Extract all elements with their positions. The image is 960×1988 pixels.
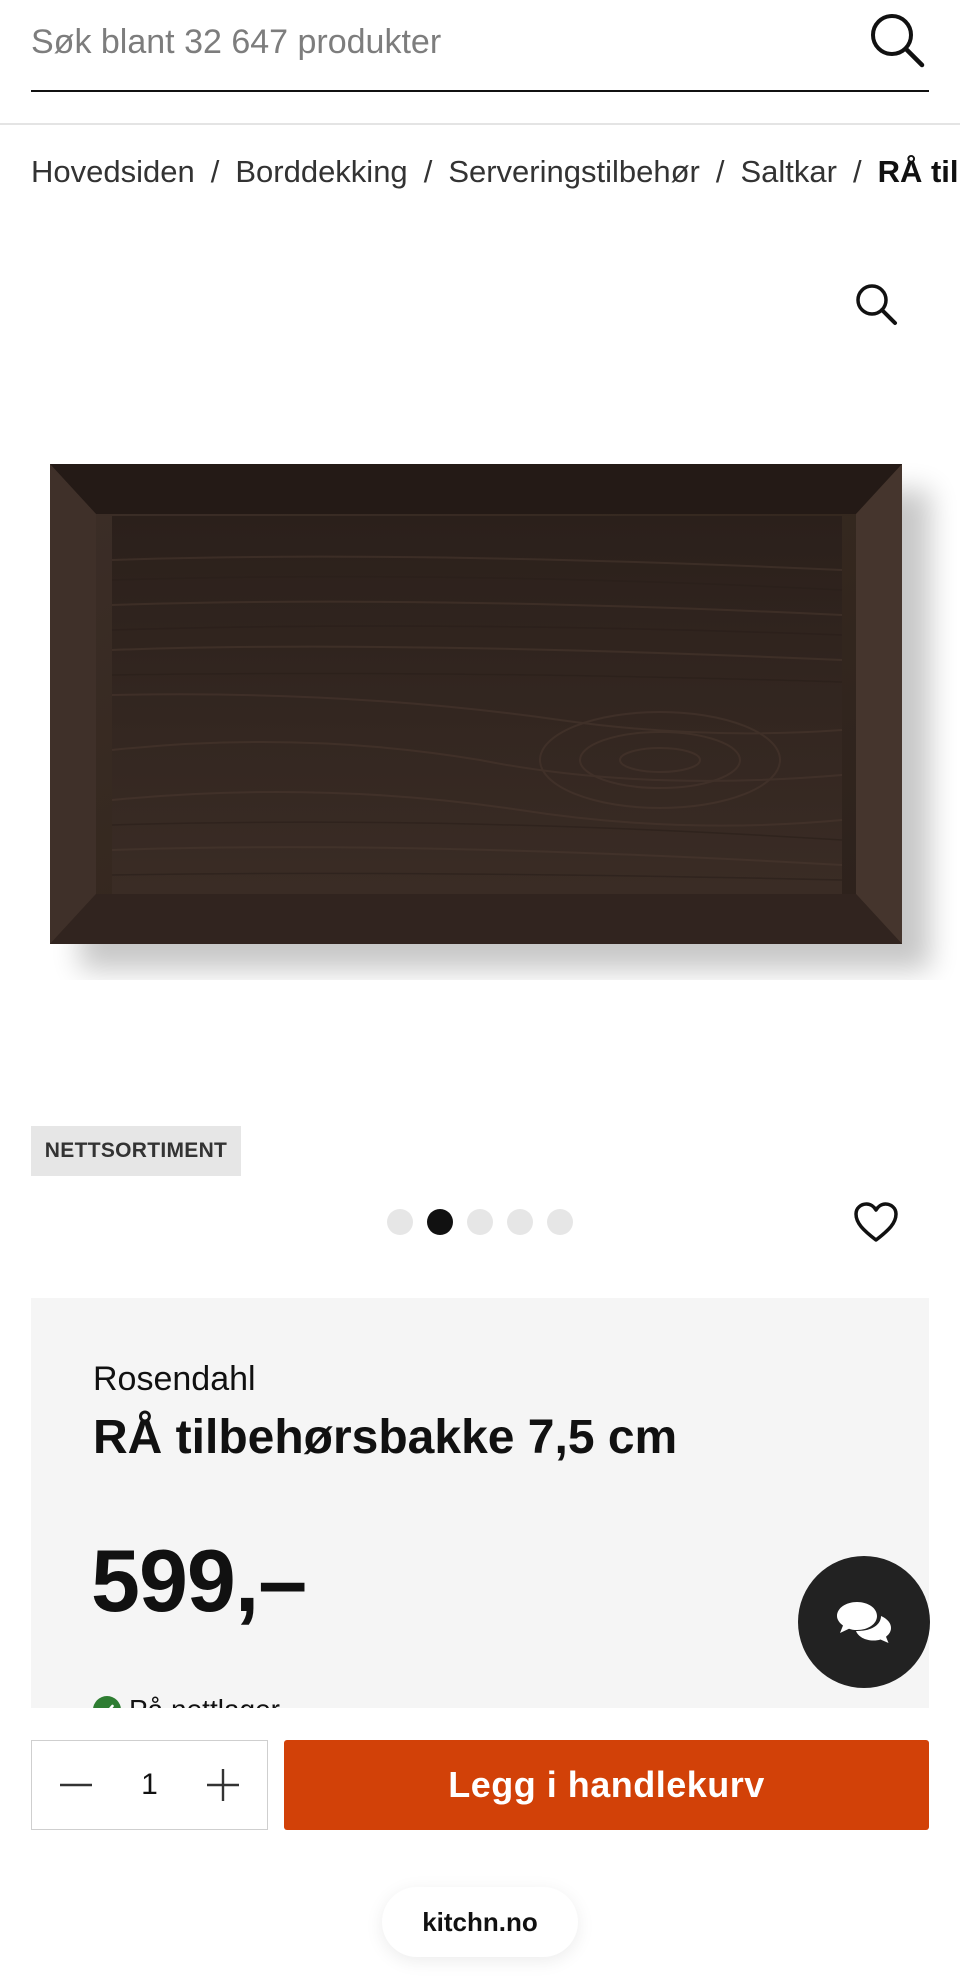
check-icon [93, 1696, 121, 1708]
heart-outline-icon[interactable] [848, 1194, 904, 1250]
stock-status-label: På nettlager [129, 1694, 280, 1708]
carousel-dot[interactable] [387, 1209, 413, 1235]
site-domain: kitchn.no [382, 1887, 578, 1957]
stock-status: På nettlager [93, 1694, 280, 1708]
assortment-badge: NETTSORTIMENT [31, 1126, 241, 1176]
breadcrumb-serveringstilbehor[interactable]: Serveringstilbehør [448, 154, 700, 190]
quantity-stepper: 1 [31, 1740, 268, 1830]
breadcrumb-borddekking[interactable]: Borddekking [235, 154, 407, 190]
breadcrumb-current: RÅ tilbehørsbakke 7,5 cm [877, 154, 960, 189]
product-info-panel: Rosendahl RÅ tilbehørsbakke 7,5 cm 599,–… [31, 1298, 929, 1708]
product-image[interactable] [0, 420, 960, 980]
carousel-dot[interactable] [547, 1209, 573, 1235]
breadcrumb-saltkar[interactable]: Saltkar [740, 154, 836, 190]
minus-icon[interactable] [50, 1759, 102, 1811]
search-input[interactable] [31, 14, 851, 70]
carousel-dot[interactable] [467, 1209, 493, 1235]
carousel-dot-active[interactable] [427, 1209, 453, 1235]
breadcrumb: Hovedsiden / Borddekking / Serveringstil… [31, 150, 960, 194]
search-bar [31, 0, 929, 92]
breadcrumb-separator: / [715, 154, 725, 189]
search-icon[interactable] [865, 8, 929, 72]
breadcrumb-separator: / [210, 154, 220, 189]
breadcrumb-separator: / [852, 154, 862, 189]
quantity-value[interactable]: 1 [120, 1768, 180, 1802]
image-carousel-dots [387, 1209, 573, 1235]
product-price: 599,– [91, 1531, 307, 1630]
carousel-dot[interactable] [507, 1209, 533, 1235]
breadcrumb-home[interactable]: Hovedsiden [31, 154, 195, 190]
header-divider [0, 123, 960, 125]
plus-icon[interactable] [197, 1759, 249, 1811]
add-to-cart-button[interactable]: Legg i handlekurv [284, 1740, 929, 1830]
breadcrumb-separator: / [423, 154, 433, 189]
chat-bubbles-icon[interactable] [798, 1556, 930, 1688]
product-brand[interactable]: Rosendahl [93, 1360, 256, 1399]
zoom-icon[interactable] [848, 276, 904, 332]
product-title: RÅ tilbehørsbakke 7,5 cm [93, 1411, 678, 1464]
